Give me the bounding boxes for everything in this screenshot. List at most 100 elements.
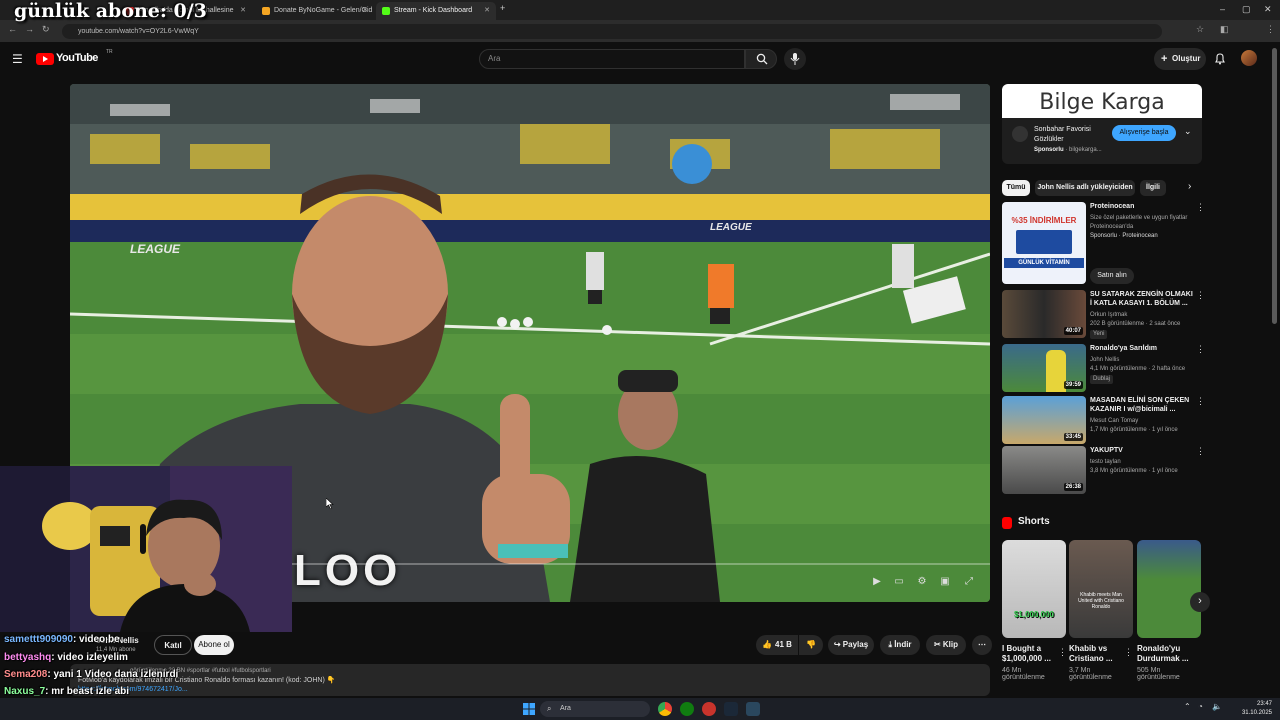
recommendation-item[interactable]: 33:45 MASADAN ELİNİ SON ÇEKEN KAZANIR I … — [1002, 396, 1205, 444]
youtube-header: ☰ YouTube TR Ara + Oluştur — [0, 42, 1280, 76]
chevron-right-icon[interactable]: › — [1188, 181, 1191, 192]
tab-kick[interactable]: Stream - Kick Dashboard ✕ — [376, 2, 496, 20]
dislike-button[interactable]: 👎 — [799, 635, 823, 655]
tab-donate[interactable]: Donate ByNoGame - Gelen/Gid ✕ — [256, 2, 374, 20]
address-bar: ← → ↻ youtube.com/watch?v=OY2L6-VwWqY ☆ … — [0, 20, 1280, 57]
donate-favicon-icon — [262, 7, 270, 15]
buy-button[interactable]: Satın alın — [1090, 268, 1134, 284]
maximize-icon[interactable]: ▢ — [1242, 4, 1251, 15]
settings-gear-icon[interactable]: ⚙ — [915, 575, 929, 589]
sponsored-ad-card[interactable]: Bilge Karga Sonbahar Favorisi Gözlükler … — [1002, 84, 1202, 164]
minimize-icon[interactable]: – — [1220, 4, 1225, 14]
ad-sponsor-label: Sponsorlu — [1034, 147, 1064, 153]
more-vertical-icon[interactable]: ⋮ — [1124, 647, 1133, 658]
subtitles-icon[interactable]: ▭ — [892, 575, 906, 589]
chip-all[interactable]: Tümü — [1002, 180, 1030, 196]
more-vertical-icon[interactable]: ⋮ — [1196, 290, 1205, 301]
close-icon[interactable]: ✕ — [240, 2, 246, 20]
chat-text: : yani 1 Video dana izlenirdi — [47, 669, 179, 680]
taskbar-clock[interactable]: 23:47 31.10.2025 — [1236, 700, 1272, 718]
close-icon[interactable]: ✕ — [362, 2, 368, 20]
rec-title: SU SATARAK ZENGİN OLMAKI İ KATLA KASAYI … — [1090, 291, 1193, 307]
share-button[interactable]: ↪ Paylaş — [828, 635, 874, 655]
scissors-icon: ✂ — [933, 640, 943, 649]
url-field[interactable]: youtube.com/watch?v=OY2L6-VwWqY — [62, 24, 1162, 39]
short-views: 3,7 Mn görüntülenme — [1069, 667, 1112, 681]
forward-icon[interactable]: → — [25, 24, 34, 34]
extensions-icon[interactable]: ◧ — [1220, 24, 1229, 35]
vitamin-box — [1016, 230, 1072, 254]
chat-text: : mr beast izle abi — [45, 686, 130, 697]
more-vertical-icon[interactable]: ⋮ — [1196, 446, 1205, 457]
download-button[interactable]: ⤓ İndir — [880, 635, 920, 655]
rec-title: MASADAN ELİNİ SON ÇEKEN KAZANIR I w/@bic… — [1090, 397, 1190, 413]
account-avatar[interactable] — [1241, 50, 1257, 66]
chat-user: samettt909090 — [4, 634, 73, 645]
sponsored-recommendation[interactable]: %35 İNDİRİMLER GÜNLÜK VİTAMİN Proteinoce… — [1002, 202, 1205, 284]
more-vertical-icon[interactable]: ⋮ — [1196, 396, 1205, 407]
ad-cta-button[interactable]: Alışverişe başla — [1112, 125, 1176, 141]
duration-badge: 33:45 — [1063, 433, 1083, 441]
shorts-next-icon[interactable]: › — [1190, 592, 1210, 612]
page-scrollbar[interactable] — [1272, 48, 1277, 324]
video-controls: ▶ ▭ ⚙ ▣ ⤢ — [860, 572, 986, 592]
hamburger-menu-icon[interactable]: ☰ — [12, 52, 23, 66]
steam-icon-2[interactable] — [746, 702, 760, 716]
more-actions-button[interactable]: ⋯ — [972, 635, 992, 655]
more-vertical-icon[interactable]: ⋮ — [1196, 202, 1205, 213]
autoplay-toggle-icon[interactable]: ▶ — [870, 575, 884, 589]
chip-uploader[interactable]: John Nellis adlı yükleyiciden — [1035, 180, 1135, 196]
back-icon[interactable]: ← — [8, 24, 17, 34]
create-button[interactable]: + Oluştur — [1154, 48, 1206, 70]
short-item[interactable]: Ronaldo'yu Durdurmak ... 505 Mn görüntül… — [1137, 540, 1201, 681]
chrome-icon[interactable] — [658, 702, 672, 716]
menu-kebab-icon[interactable]: ⋮ — [1266, 24, 1275, 35]
volume-icon[interactable]: 🔈 — [1212, 702, 1222, 711]
stream-chat-overlay: samettt909090: video be bettyashq: video… — [0, 632, 360, 702]
shorts-header: Shorts — [1002, 516, 1050, 529]
shorts-logo-icon — [1002, 517, 1012, 529]
wifi-icon[interactable]: ◔ — [1198, 702, 1203, 711]
clip-button[interactable]: ✂ Klip — [926, 635, 966, 655]
taskbar-search-label: Ara — [560, 705, 571, 712]
tray-chevron-icon[interactable]: ⌃ — [1184, 702, 1191, 711]
bookmark-star-icon[interactable]: ☆ — [1196, 24, 1204, 35]
ad-banner: Bilge Karga — [1002, 84, 1202, 118]
steam-icon[interactable] — [724, 702, 738, 716]
search-input[interactable]: Ara — [479, 49, 745, 69]
like-button[interactable]: 👍 41 B — [756, 635, 798, 655]
new-tab-icon[interactable]: + — [500, 3, 505, 13]
close-icon[interactable]: ✕ — [484, 2, 490, 20]
app-icon[interactable] — [702, 702, 716, 716]
search-button[interactable] — [745, 49, 777, 69]
recommendation-item[interactable]: 26:38 YAKUPTV testo taylan 3,8 Mn görünt… — [1002, 446, 1205, 494]
short-title: Ronaldo'yu Durdurmak ... — [1137, 644, 1189, 663]
short-item[interactable]: $1,000,000 I Bought a $1,000,000 ... 46 … — [1002, 540, 1066, 681]
mouse-cursor-icon — [326, 498, 334, 509]
board-text-left: LEAGUE — [130, 242, 181, 256]
chevron-down-icon[interactable]: ⌄ — [1184, 126, 1192, 137]
recommendation-item[interactable]: 39:59 Ronaldo'ya Sarıldım John Nellis 4,… — [1002, 344, 1205, 392]
youtube-play-triangle-icon — [43, 56, 48, 62]
share-label: Paylaş — [842, 640, 869, 649]
windows-start-icon[interactable] — [523, 703, 535, 715]
theater-mode-icon[interactable]: ▣ — [938, 575, 952, 589]
reload-icon[interactable]: ↻ — [42, 24, 50, 35]
fullscreen-icon[interactable]: ⤢ — [962, 575, 976, 589]
xbox-icon[interactable] — [680, 702, 694, 716]
window-close-icon[interactable]: ✕ — [1264, 4, 1272, 15]
voice-search-button[interactable] — [784, 48, 806, 70]
more-vertical-icon[interactable]: ⋮ — [1196, 344, 1205, 355]
chip-related[interactable]: İlgili — [1140, 180, 1166, 196]
short-item[interactable]: Khabib meets Man United with Cristiano R… — [1069, 540, 1133, 681]
clock-time: 23:47 — [1256, 701, 1272, 707]
taskbar-search[interactable]: ⌕ Ara — [540, 701, 650, 717]
more-vertical-icon[interactable]: ⋮ — [1058, 647, 1067, 658]
recommendation-item[interactable]: 40:07 SU SATARAK ZENGİN OLMAKI İ KATLA K… — [1002, 290, 1205, 339]
thumbs-down-icon: 👎 — [806, 640, 816, 649]
dubbed-badge: Dublaj — [1090, 375, 1114, 384]
short-thumb-text: $1,000,000 — [1013, 610, 1055, 619]
search-icon: ⌕ — [547, 704, 552, 713]
share-icon: ↪ — [833, 640, 843, 649]
notification-bell-icon[interactable] — [1214, 53, 1226, 65]
